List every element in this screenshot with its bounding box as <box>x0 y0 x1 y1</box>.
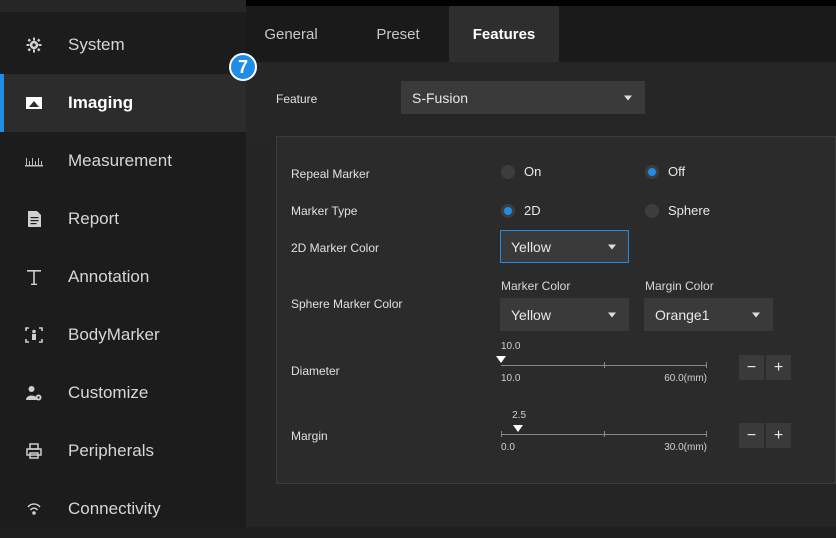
sidebar-item-label: Connectivity <box>68 499 161 518</box>
tab-bar: General Preset Features <box>246 0 836 62</box>
sidebar-item-label: Imaging <box>68 93 134 112</box>
chevron-down-icon <box>624 95 632 100</box>
slider-tick <box>706 362 707 368</box>
tab-features[interactable]: Features <box>449 6 559 62</box>
ruler-icon <box>25 152 43 170</box>
sidebar-item-system[interactable]: System <box>0 16 246 74</box>
select-value: Yellow <box>511 238 551 255</box>
slider-tick <box>604 362 605 368</box>
slider-value: 10.0 <box>501 341 521 352</box>
repeal-marker-on-radio[interactable]: On <box>501 164 541 179</box>
sidebar-item-connectivity[interactable]: Connectivity <box>0 480 246 538</box>
slider-min-label: 10.0 <box>501 373 521 384</box>
sidebar-item-label: Annotation <box>68 267 150 286</box>
marker-color-2d-label: 2D Marker Color <box>291 241 380 255</box>
radio-label: On <box>524 164 542 179</box>
feature-settings-panel: Repeal Marker On Off Marker Type 2D Sphe… <box>276 136 836 484</box>
margin-decrease-button[interactable]: − <box>739 423 764 448</box>
sphere-marker-color-label: Sphere Marker Color <box>291 297 403 311</box>
text-icon <box>25 268 43 286</box>
sidebar-item-label: BodyMarker <box>68 325 160 344</box>
chevron-down-icon <box>608 244 616 249</box>
sidebar-top-edge <box>0 0 246 12</box>
feature-label: Feature <box>276 92 318 106</box>
slider-max-label: 30.0(mm) <box>664 442 707 453</box>
radio-icon <box>501 164 515 179</box>
sidebar-item-customize[interactable]: Customize <box>0 364 246 422</box>
sidebar-item-label: Peripherals <box>68 441 154 460</box>
repeal-marker-off-radio[interactable]: Off <box>645 164 685 179</box>
chevron-down-icon <box>608 312 616 317</box>
repeal-marker-label: Repeal Marker <box>291 167 370 181</box>
select-value: Yellow <box>511 306 551 323</box>
slider-thumb[interactable] <box>496 356 506 363</box>
user-settings-icon <box>25 384 43 402</box>
sidebar-item-measurement[interactable]: Measurement <box>0 132 246 190</box>
sidebar-item-label: Measurement <box>68 151 172 170</box>
margin-color-select[interactable]: Orange1 <box>644 298 773 331</box>
network-icon <box>25 500 43 518</box>
sidebar-item-bodymarker[interactable]: BodyMarker <box>0 306 246 364</box>
slider-value: 2.5 <box>512 410 527 421</box>
diameter-label: Diameter <box>291 364 340 378</box>
tab-preset[interactable]: Preset <box>363 6 433 62</box>
body-marker-icon <box>25 326 43 344</box>
sidebar-item-label: System <box>68 35 125 54</box>
chevron-down-icon <box>752 312 760 317</box>
slider-max-label: 60.0(mm) <box>664 373 707 384</box>
feature-select-value: S-Fusion <box>412 89 469 106</box>
select-value: Orange1 <box>655 306 710 323</box>
radio-icon <box>501 203 515 218</box>
callout-number-badge: 7 <box>229 53 257 81</box>
marker-type-label: Marker Type <box>291 204 358 218</box>
slider-tick <box>706 431 707 437</box>
document-icon <box>25 210 43 228</box>
sidebar-item-label: Report <box>68 209 120 228</box>
diameter-decrease-button[interactable]: − <box>739 355 764 380</box>
radio-icon <box>645 164 659 179</box>
sidebar: System Imaging Measurement Report Annota… <box>0 0 246 527</box>
marker-type-sphere-radio[interactable]: Sphere <box>645 203 710 218</box>
slider-tick <box>501 431 502 437</box>
tab-general[interactable]: General <box>256 6 326 62</box>
sphere-marker-color-select[interactable]: Yellow <box>500 298 629 331</box>
monitor-icon <box>25 94 43 112</box>
slider-min-label: 0.0 <box>501 442 515 453</box>
slider-thumb[interactable] <box>513 425 524 432</box>
marker-color-2d-select[interactable]: Yellow <box>500 230 629 263</box>
main-content: General Preset Features Feature S-Fusion… <box>246 0 836 527</box>
sidebar-item-report[interactable]: Report <box>0 190 246 248</box>
radio-label: 2D <box>524 203 541 218</box>
sidebar-item-label: Customize <box>68 383 149 402</box>
margin-label: Margin <box>291 429 328 443</box>
printer-icon <box>25 442 43 460</box>
margin-increase-button[interactable]: + <box>766 423 791 448</box>
marker-color-header: Marker Color <box>501 279 571 293</box>
diameter-increase-button[interactable]: + <box>766 355 791 380</box>
gear-icon <box>25 36 43 54</box>
radio-label: Sphere <box>668 203 710 218</box>
feature-select[interactable]: S-Fusion <box>401 81 645 114</box>
slider-tick <box>604 431 605 437</box>
radio-icon <box>645 203 659 218</box>
margin-color-header: Margin Color <box>645 279 714 293</box>
radio-label: Off <box>668 164 686 179</box>
sidebar-item-peripherals[interactable]: Peripherals <box>0 422 246 480</box>
sidebar-item-imaging[interactable]: Imaging <box>0 74 246 132</box>
marker-type-2d-radio[interactable]: 2D <box>501 203 541 218</box>
sidebar-item-annotation[interactable]: Annotation <box>0 248 246 306</box>
